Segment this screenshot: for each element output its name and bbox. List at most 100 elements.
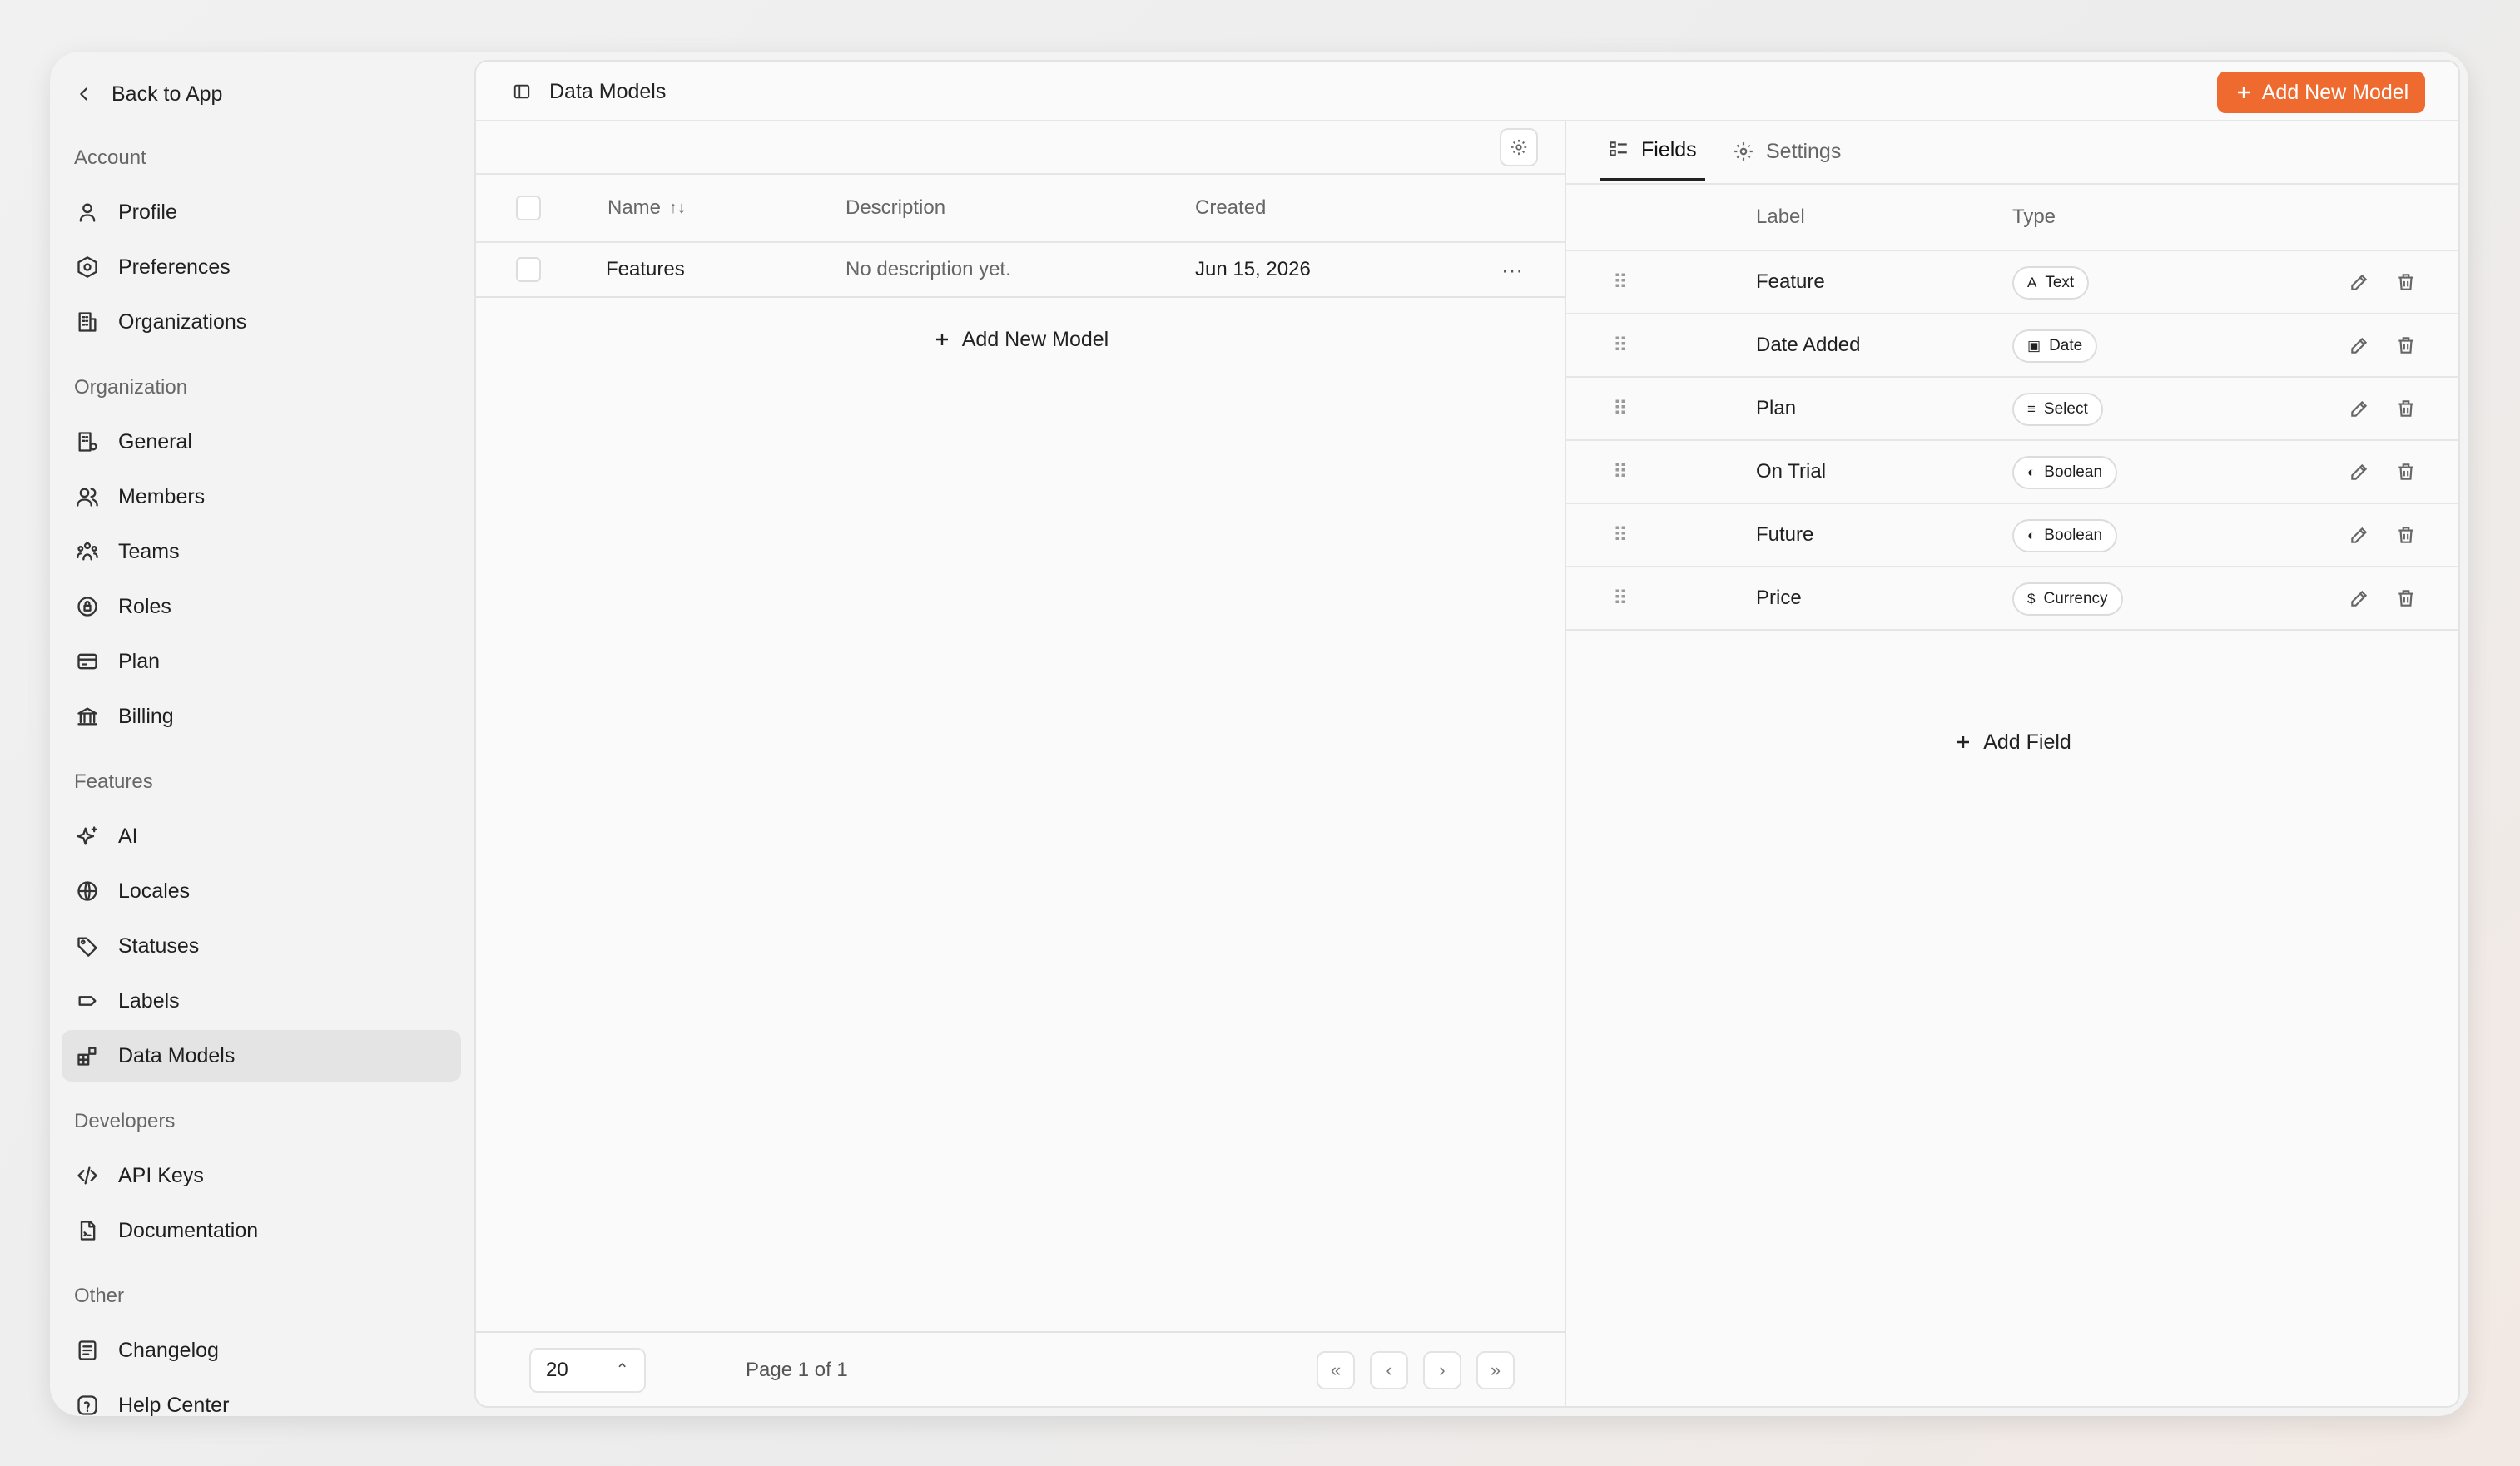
drag-handle-icon[interactable]: ⠿ — [1613, 504, 1628, 566]
sidebar-item-label: Teams — [118, 539, 180, 563]
add-field-button[interactable]: Add Field — [1566, 717, 2458, 767]
field-type-badge: A Text — [2012, 266, 2090, 300]
sidebar-item-roles[interactable]: Roles — [62, 581, 461, 632]
field-type: Currency — [2043, 590, 2108, 607]
first-page-button[interactable]: « — [1317, 1351, 1355, 1389]
table-settings-button[interactable] — [1500, 128, 1538, 166]
field-type: Select — [2043, 400, 2088, 418]
tab-settings[interactable]: Settings — [1733, 121, 1841, 181]
sidebar-item-members[interactable]: Members — [62, 471, 461, 523]
sidebar-item-plan[interactable]: Plan — [62, 636, 461, 687]
double-chevron-right-icon: » — [1490, 1360, 1501, 1380]
field-row[interactable]: ⠿ Plan ≡ Select — [1566, 378, 2458, 441]
sidebar-item-labels[interactable]: Labels — [62, 975, 461, 1027]
field-row[interactable]: ⠿ Price $ Currency — [1566, 567, 2458, 631]
row-menu-icon[interactable]: ··· — [1501, 243, 1523, 296]
column-name-label: Name — [608, 196, 662, 219]
delete-field-button[interactable] — [2395, 378, 2417, 439]
field-label: On Trial — [1756, 460, 1827, 483]
last-page-button[interactable]: » — [1476, 1351, 1515, 1389]
pagination-footer: 20 ⌃ Page 1 of 1 « ‹ › » — [476, 1331, 1565, 1406]
sidebar-item-billing[interactable]: Billing — [62, 691, 461, 742]
edit-field-button[interactable] — [2349, 504, 2370, 566]
field-row[interactable]: ⠿ Future ◐ Boolean — [1566, 504, 2458, 567]
delete-field-button[interactable] — [2395, 504, 2417, 566]
drag-handle-icon[interactable]: ⠿ — [1613, 251, 1628, 313]
sidebar-item-locales[interactable]: Locales — [62, 865, 461, 917]
sidebar-item-help-center[interactable]: Help Center — [62, 1379, 461, 1416]
field-type: Boolean — [2044, 527, 2103, 544]
drag-handle-icon[interactable]: ⠿ — [1613, 378, 1628, 439]
sidebar-item-changelog[interactable]: Changelog — [62, 1325, 461, 1376]
drag-handle-icon[interactable]: ⠿ — [1613, 441, 1628, 503]
sidebar-item-api-keys[interactable]: API Keys — [62, 1150, 461, 1201]
sidebar-item-label: Billing — [118, 704, 174, 728]
page-indicator: Page 1 of 1 — [746, 1359, 848, 1381]
sidebar-item-teams[interactable]: Teams — [62, 526, 461, 577]
app-window: Back to App Account Profile Preferences … — [50, 52, 2468, 1416]
sidebar-item-label: Locales — [118, 879, 191, 903]
add-new-model-button[interactable]: Add New Model — [2217, 72, 2425, 113]
column-header-name[interactable]: Name ↑↓ — [608, 175, 686, 241]
plus-icon — [2234, 82, 2254, 102]
row-description: No description yet. — [846, 258, 1011, 280]
user-icon — [75, 200, 100, 225]
sidebar-item-profile[interactable]: Profile — [62, 186, 461, 238]
field-type-badge: $ Currency — [2012, 582, 2123, 616]
trash-icon — [2395, 398, 2417, 419]
edit-field-button[interactable] — [2349, 314, 2370, 376]
table-row[interactable]: Features No description yet. Jun 15, 202… — [476, 243, 1565, 298]
field-type: Text — [2045, 274, 2075, 291]
building-icon — [75, 310, 100, 334]
field-row[interactable]: ⠿ Feature A Text — [1566, 251, 2458, 314]
select-all-checkbox[interactable] — [516, 196, 541, 220]
trash-icon — [2395, 271, 2417, 293]
sidebar-item-label: Labels — [118, 988, 180, 1013]
sidebar-item-organizations[interactable]: Organizations — [62, 296, 461, 348]
sidebar-item-statuses[interactable]: Statuses — [62, 920, 461, 972]
row-created: Jun 15, 2026 — [1195, 258, 1311, 280]
drag-handle-icon[interactable]: ⠿ — [1613, 314, 1628, 376]
delete-field-button[interactable] — [2395, 314, 2417, 376]
row-name: Features — [606, 258, 685, 280]
prev-page-button[interactable]: ‹ — [1370, 1351, 1408, 1389]
edit-field-button[interactable] — [2349, 441, 2370, 503]
add-new-model-row-button[interactable]: Add New Model — [476, 314, 1565, 364]
edit-field-button[interactable] — [2349, 567, 2370, 629]
section-title-organization: Organization — [74, 376, 188, 399]
sidebar-item-preferences[interactable]: Preferences — [62, 241, 461, 293]
fields-list-icon — [1608, 139, 1630, 161]
delete-field-button[interactable] — [2395, 441, 2417, 503]
edit-field-button[interactable] — [2349, 378, 2370, 439]
field-type: Date — [2049, 337, 2083, 354]
delete-field-button[interactable] — [2395, 567, 2417, 629]
back-label: Back to App — [112, 82, 223, 106]
tab-settings-label: Settings — [1766, 139, 1842, 163]
sidebar-item-general[interactable]: General — [62, 416, 461, 468]
fields-tabs: Fields Settings — [1566, 121, 2458, 185]
card-icon — [75, 649, 100, 674]
boolean-type-icon: ◐ — [2027, 464, 2036, 480]
tab-fields[interactable]: Fields — [1600, 121, 1705, 181]
drag-handle-icon[interactable]: ⠿ — [1613, 567, 1628, 629]
back-to-app-link[interactable]: Back to App — [75, 68, 222, 120]
list-icon — [75, 1338, 100, 1363]
sidebar-item-ai[interactable]: AI — [62, 810, 461, 862]
page-size-select[interactable]: 20 ⌃ — [529, 1348, 646, 1393]
row-checkbox[interactable] — [516, 257, 541, 282]
gear-icon — [1733, 141, 1754, 162]
edit-field-button[interactable] — [2349, 251, 2370, 313]
sidebar-item-label: Changelog — [118, 1338, 219, 1362]
next-page-button[interactable]: › — [1423, 1351, 1461, 1389]
sidebar-toggle-icon[interactable] — [513, 82, 531, 101]
sidebar-item-documentation[interactable]: Documentation — [62, 1205, 461, 1256]
sidebar-item-label: Statuses — [118, 934, 200, 958]
delete-field-button[interactable] — [2395, 251, 2417, 313]
tab-fields-label: Fields — [1641, 137, 1697, 161]
field-row[interactable]: ⠿ Date Added ▣ Date — [1566, 314, 2458, 378]
text-type-icon: A — [2027, 275, 2037, 290]
chevron-left-icon: ‹ — [1386, 1360, 1392, 1380]
field-row[interactable]: ⠿ On Trial ◐ Boolean — [1566, 441, 2458, 504]
sidebar-item-data-models[interactable]: Data Models — [62, 1030, 461, 1082]
edit-icon — [2349, 587, 2370, 609]
